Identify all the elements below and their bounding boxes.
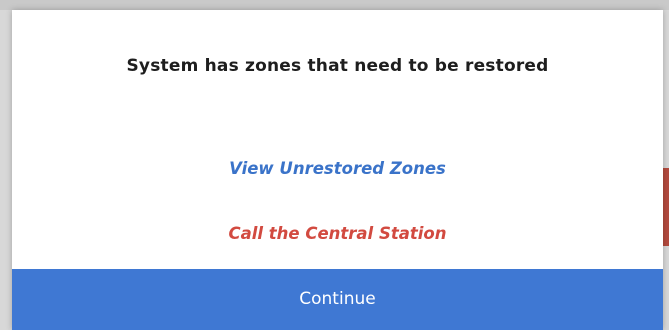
view-unrestored-zones-link[interactable]: View Unrestored Zones xyxy=(12,159,663,178)
continue-button[interactable]: Continue xyxy=(12,269,663,330)
backdrop-strip xyxy=(0,0,669,10)
backdrop-accent xyxy=(663,168,669,246)
view-unrestored-zones-label: View Unrestored Zones xyxy=(229,159,446,178)
restore-zones-dialog: System has zones that need to be restore… xyxy=(12,10,663,330)
call-central-station-label: Call the Central Station xyxy=(228,224,447,243)
call-central-station-link[interactable]: Call the Central Station xyxy=(12,224,663,243)
dialog-title: System has zones that need to be restore… xyxy=(126,56,549,76)
